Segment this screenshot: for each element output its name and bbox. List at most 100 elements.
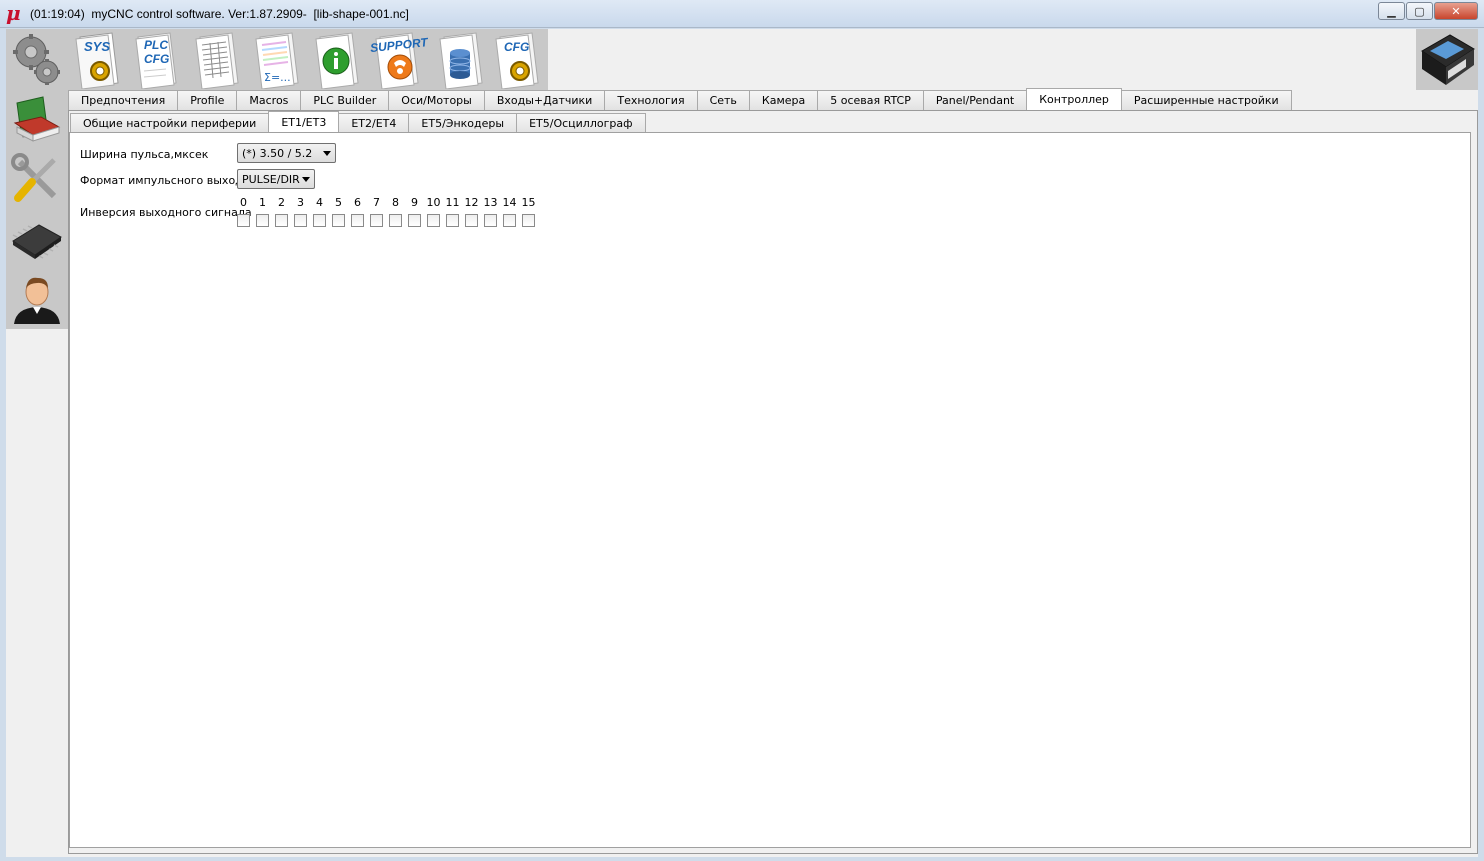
tab-main-7[interactable]: Сеть	[696, 90, 750, 110]
app-logo-icon: μ	[6, 1, 21, 25]
tab-sub-1[interactable]: ET1/ET3	[268, 111, 340, 133]
inversion-bit-10: 10	[424, 196, 443, 227]
cfg-label: CFG	[504, 40, 529, 54]
pulse-width-select[interactable]: (*) 3.50 / 5.2	[237, 143, 336, 163]
bit-checkbox[interactable]	[503, 214, 516, 227]
gears-icon[interactable]	[9, 31, 65, 87]
bit-checkbox[interactable]	[446, 214, 459, 227]
tab-main-0[interactable]: Предпочтения	[68, 90, 179, 110]
inversion-bit-15: 15	[519, 196, 538, 227]
bit-checkbox[interactable]	[294, 214, 307, 227]
bit-number-label: 9	[411, 196, 418, 209]
inversion-label: Инверсия выходного сигнала	[80, 206, 252, 219]
pulse-width-label: Ширина пульса,мксек	[80, 148, 209, 161]
tools-icon[interactable]	[9, 151, 65, 207]
bit-checkbox[interactable]	[370, 214, 383, 227]
bit-checkbox[interactable]	[427, 214, 440, 227]
table-doc-button[interactable]	[190, 31, 248, 90]
inversion-bit-8: 8	[386, 196, 405, 227]
pulse-format-value: PULSE/DIR	[242, 172, 300, 186]
tab-main-10[interactable]: Panel/Pendant	[922, 90, 1028, 110]
floppy-disk-icon	[1421, 34, 1475, 85]
sub-tab-bar: Общие настройки периферии ET1/ET3 ET2/ET4 E…	[70, 111, 646, 133]
bit-number-label: 4	[316, 196, 323, 209]
bit-checkbox[interactable]	[389, 214, 402, 227]
minimize-button[interactable]: ▁	[1378, 2, 1405, 20]
tab-main-11[interactable]: Контроллер	[1026, 88, 1122, 110]
inversion-bit-7: 7	[367, 196, 386, 227]
pulse-format-select[interactable]: PULSE/DIR	[237, 169, 315, 189]
inversion-bit-11: 11	[443, 196, 462, 227]
title-bar: μ (01:19:04) myCNC control software. Ver…	[0, 0, 1484, 28]
inversion-bit-3: 3	[291, 196, 310, 227]
controller-settings-panel: Ширина пульса,мксек (*) 3.50 / 5.2 Форма…	[69, 132, 1471, 848]
maximize-button[interactable]: ▢	[1406, 2, 1433, 20]
bit-checkbox[interactable]	[313, 214, 326, 227]
inversion-bit-1: 1	[253, 196, 272, 227]
close-button[interactable]: ✕	[1434, 2, 1478, 20]
bit-checkbox[interactable]	[465, 214, 478, 227]
svg-text:PLC: PLC	[144, 38, 168, 52]
tab-main-2[interactable]: Macros	[236, 90, 302, 110]
bit-checkbox[interactable]	[351, 214, 364, 227]
cfg-button[interactable]: CFG	[490, 31, 548, 90]
pulse-format-label: Формат импульсного выхода	[80, 174, 250, 187]
tab-main-8[interactable]: Камера	[748, 90, 819, 110]
tab-main-12[interactable]: Расширенные настройки	[1120, 90, 1292, 110]
tab-sub-3[interactable]: ET5/Энкодеры	[408, 113, 518, 133]
sys-label: SYS	[84, 39, 110, 54]
bit-number-label: 7	[373, 196, 380, 209]
inversion-bit-14: 14	[500, 196, 519, 227]
bit-checkbox[interactable]	[275, 214, 288, 227]
user-icon[interactable]	[9, 271, 65, 327]
tab-main-4[interactable]: Оси/Моторы	[388, 90, 485, 110]
chevron-down-icon	[302, 177, 310, 182]
tab-sub-0[interactable]: Общие настройки периферии	[70, 113, 270, 133]
bit-checkbox[interactable]	[256, 214, 269, 227]
inversion-bit-6: 6	[348, 196, 367, 227]
tab-main-9[interactable]: 5 осевая RTCP	[817, 90, 924, 110]
save-button[interactable]	[1416, 29, 1478, 90]
inversion-bit-13: 13	[481, 196, 500, 227]
chip-icon[interactable]	[9, 211, 65, 267]
database-button[interactable]	[434, 31, 492, 90]
book-icon[interactable]	[9, 91, 65, 147]
bit-checkbox[interactable]	[332, 214, 345, 227]
bit-number-label: 14	[502, 196, 517, 209]
bit-number-label: 0	[240, 196, 247, 209]
tab-main-5[interactable]: Входы+Датчики	[483, 90, 606, 110]
bit-checkbox[interactable]	[408, 214, 421, 227]
bit-checkbox[interactable]	[522, 214, 535, 227]
bit-number-label: 2	[278, 196, 285, 209]
pulse-width-value: (*) 3.50 / 5.2	[242, 146, 313, 160]
client-area: SYS PLC CFG Σ=... SUPPORT CFG Предпочтен…	[6, 29, 1478, 857]
window-controls: ▁ ▢ ✕	[1377, 2, 1478, 20]
bit-number-label: 11	[445, 196, 460, 209]
formula-doc-button[interactable]: Σ=...	[250, 31, 308, 90]
tab-main-3[interactable]: PLC Builder	[300, 90, 390, 110]
inversion-bits: 0 1 2 3 4 5 6 7 8 9 10 11 12 13 14 15	[234, 196, 538, 227]
bit-number-label: 13	[483, 196, 498, 209]
bit-number-label: 10	[426, 196, 441, 209]
bit-number-label: 12	[464, 196, 479, 209]
bit-number-label: 8	[392, 196, 399, 209]
tab-sub-4[interactable]: ET5/Осциллограф	[516, 113, 646, 133]
bit-checkbox[interactable]	[484, 214, 497, 227]
tab-sub-2[interactable]: ET2/ET4	[338, 113, 410, 133]
main-toolbar: SYS PLC CFG Σ=... SUPPORT CFG	[68, 29, 548, 90]
bit-checkbox[interactable]	[237, 214, 250, 227]
tab-main-1[interactable]: Profile	[177, 90, 238, 110]
tab-main-6[interactable]: Технология	[604, 90, 698, 110]
support-button[interactable]: SUPPORT	[369, 31, 434, 90]
bit-number-label: 3	[297, 196, 304, 209]
inversion-bit-0: 0	[234, 196, 253, 227]
inversion-bit-12: 12	[462, 196, 481, 227]
bit-number-label: 1	[259, 196, 266, 209]
bit-number-label: 15	[521, 196, 536, 209]
main-tab-bar: Предпочтения Profile Macros PLC Builder Оси/…	[68, 88, 1292, 110]
info-button[interactable]	[310, 31, 368, 90]
chevron-down-icon	[323, 151, 331, 156]
formula-label: Σ=...	[264, 71, 291, 84]
sys-settings-button[interactable]: SYS	[70, 31, 128, 90]
plc-cfg-button[interactable]: PLC CFG	[130, 31, 188, 90]
